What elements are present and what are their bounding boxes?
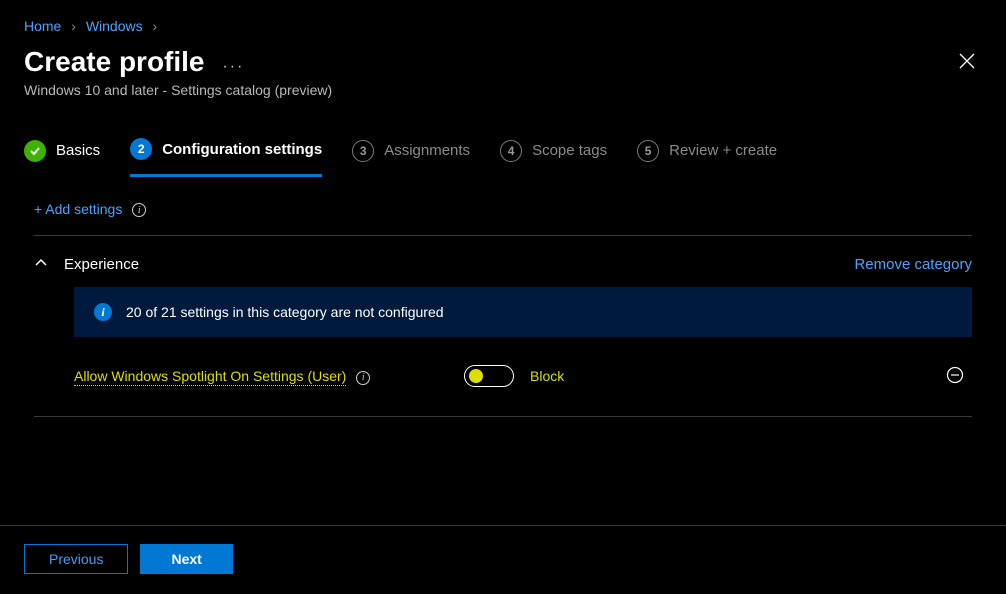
step-number-icon: 3 xyxy=(352,140,374,162)
breadcrumb-home[interactable]: Home xyxy=(24,18,61,34)
info-icon[interactable]: i xyxy=(356,371,370,385)
setting-label: Allow Windows Spotlight On Settings (Use… xyxy=(74,368,346,386)
page-subtitle: Windows 10 and later - Settings catalog … xyxy=(24,82,982,98)
step-number-icon: 2 xyxy=(130,138,152,160)
page-header: Create profile ··· Windows 10 and later … xyxy=(0,42,1006,108)
step-number-icon: 5 xyxy=(637,140,659,162)
info-icon: i xyxy=(94,303,112,321)
more-actions-button[interactable]: ··· xyxy=(222,58,244,76)
info-icon[interactable]: i xyxy=(132,203,146,217)
chevron-right-icon: › xyxy=(153,18,158,34)
step-label: Basics xyxy=(56,142,100,159)
toggle-switch[interactable] xyxy=(464,365,514,387)
page-title: Create profile xyxy=(24,46,205,78)
remove-setting-button[interactable] xyxy=(946,366,972,387)
chevron-up-icon xyxy=(34,256,48,270)
add-settings-row: + Add settings i xyxy=(34,201,972,236)
step-basics[interactable]: Basics xyxy=(24,140,100,176)
step-configuration-settings[interactable]: 2 Configuration settings xyxy=(130,138,322,177)
step-label: Scope tags xyxy=(532,142,607,159)
breadcrumb: Home › Windows › xyxy=(0,0,1006,42)
category-header: Experience Remove category xyxy=(34,236,972,287)
setting-row: Allow Windows Spotlight On Settings (Use… xyxy=(74,365,972,387)
step-label: Assignments xyxy=(384,142,470,159)
step-review-create[interactable]: 5 Review + create xyxy=(637,140,777,176)
category-body: i 20 of 21 settings in this category are… xyxy=(34,287,972,416)
breadcrumb-windows[interactable]: Windows xyxy=(86,18,143,34)
info-banner: i 20 of 21 settings in this category are… xyxy=(74,287,972,337)
toggle-knob-icon xyxy=(469,369,483,383)
next-button[interactable]: Next xyxy=(140,544,232,574)
remove-category-link[interactable]: Remove category xyxy=(854,256,972,273)
collapse-button[interactable] xyxy=(34,256,48,273)
add-settings-link[interactable]: + Add settings xyxy=(34,201,122,217)
info-banner-text: 20 of 21 settings in this category are n… xyxy=(126,304,444,320)
close-icon xyxy=(958,52,976,70)
previous-button[interactable]: Previous xyxy=(24,544,128,574)
step-label: Review + create xyxy=(669,142,777,159)
step-scope-tags[interactable]: 4 Scope tags xyxy=(500,140,607,176)
remove-icon xyxy=(946,366,964,384)
step-label: Configuration settings xyxy=(162,141,322,158)
checkmark-icon xyxy=(24,140,46,162)
footer: Previous Next xyxy=(0,525,1006,594)
toggle-label: Block xyxy=(530,368,564,384)
chevron-right-icon: › xyxy=(71,18,76,34)
content-area: + Add settings i Experience Remove categ… xyxy=(0,177,1006,417)
category-title: Experience xyxy=(64,256,139,273)
step-number-icon: 4 xyxy=(500,140,522,162)
close-button[interactable] xyxy=(958,52,976,73)
step-assignments[interactable]: 3 Assignments xyxy=(352,140,470,176)
wizard-steps: Basics 2 Configuration settings 3 Assign… xyxy=(0,108,1006,177)
